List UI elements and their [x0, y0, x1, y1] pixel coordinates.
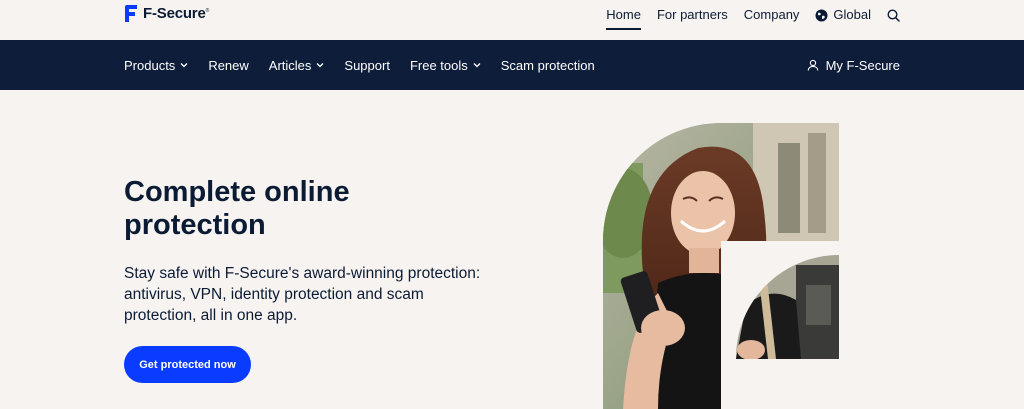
main-navigation: Products Renew Articles Support Free too… [0, 40, 1024, 90]
nav-item-products[interactable]: Products [124, 58, 188, 73]
my-f-secure-link[interactable]: My F-Secure [807, 40, 900, 90]
nav-item-label: Free tools [409, 57, 468, 73]
globe-icon [815, 9, 828, 21]
user-icon [807, 59, 818, 71]
nav-item-label: Products [124, 57, 176, 73]
top-utility-bar: F-Secure® Home For partners Company Glob… [0, 0, 1024, 40]
hero-subtitle: Stay safe with F-Secure's award-winning … [124, 265, 481, 324]
toplink-home[interactable]: Home [606, 0, 641, 30]
nav-item-label: Renew [208, 57, 249, 73]
nav-item-label: Articles [268, 57, 312, 73]
search-button[interactable] [887, 0, 900, 30]
nav-item-renew[interactable]: Renew [208, 58, 248, 73]
nav-item-support[interactable]: Support [344, 58, 390, 73]
chevron-down-icon [180, 63, 188, 68]
chevron-down-icon [473, 63, 481, 68]
search-icon [887, 9, 900, 22]
nav-item-label: Support [344, 57, 390, 73]
toplink-global-label: Global [833, 7, 871, 22]
get-protected-now-button[interactable]: Get protected now [124, 346, 251, 383]
nav-item-scam-protection[interactable]: Scam protection [501, 58, 595, 73]
toplink-company[interactable]: Company [744, 0, 800, 30]
brand-registered-mark: ® [205, 8, 210, 14]
nav-item-label: Scam protection [500, 57, 595, 73]
f-secure-logo-icon [125, 5, 137, 22]
hero-title: Complete online protection [124, 176, 350, 241]
toplink-global[interactable]: Global [815, 0, 871, 30]
top-links: Home For partners Company Global [606, 0, 900, 30]
toplink-for-partners[interactable]: For partners [657, 0, 728, 30]
nav-links: Products Renew Articles Support Free too… [124, 40, 595, 90]
chevron-down-icon [316, 63, 324, 68]
brand-name: F-Secure [143, 5, 206, 22]
brand-logo[interactable]: F-Secure® [124, 4, 209, 23]
my-f-secure-label: My F-Secure [825, 57, 900, 73]
nav-item-free-tools[interactable]: Free tools [410, 58, 481, 73]
nav-item-articles[interactable]: Articles [269, 58, 325, 73]
